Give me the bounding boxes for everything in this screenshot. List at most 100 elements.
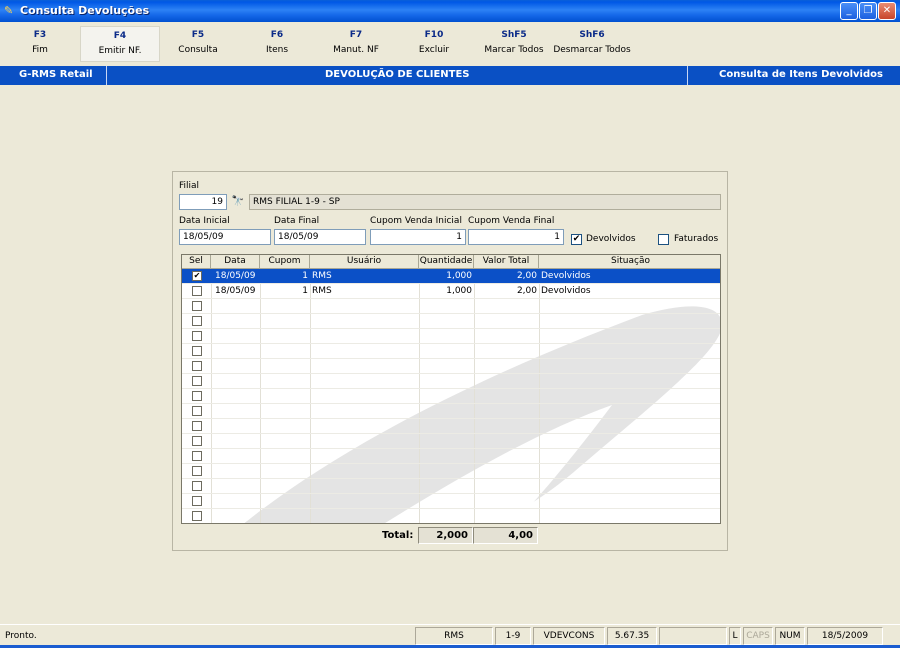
fkey-label: Fim bbox=[32, 45, 48, 55]
filial-input[interactable]: 19 bbox=[179, 194, 227, 210]
cell-quantidade: 1,000 bbox=[446, 286, 472, 296]
fkey-desmarcar-todos-button[interactable]: ShF6 Desmarcar Todos bbox=[550, 26, 634, 62]
data-inicial-input[interactable]: 18/05/09 bbox=[179, 229, 271, 245]
results-grid[interactable]: Sel Data Cupom Usuário Quantidade Valor … bbox=[181, 254, 721, 524]
cell-usuario: RMS bbox=[312, 271, 332, 281]
row-select-checkbox[interactable] bbox=[192, 286, 202, 296]
column-header-sel[interactable]: Sel bbox=[182, 255, 211, 269]
function-key-toolbar: F3 Fim F4 Emitir NF. F5 Consulta F6 Iten… bbox=[0, 22, 900, 66]
empty-row[interactable] bbox=[182, 359, 720, 374]
status-program: VDEVCONS bbox=[533, 627, 605, 645]
empty-row[interactable] bbox=[182, 314, 720, 329]
cell-cupom: 1 bbox=[302, 286, 308, 296]
status-l-indicator: L bbox=[729, 627, 741, 645]
row-select-checkbox[interactable] bbox=[192, 331, 202, 341]
column-header-data[interactable]: Data bbox=[211, 255, 260, 269]
column-header-usuario[interactable]: Usuário bbox=[310, 255, 419, 269]
row-select-checkbox[interactable] bbox=[192, 451, 202, 461]
fkey-marcar-todos-button[interactable]: ShF5 Marcar Todos bbox=[480, 26, 548, 62]
empty-row[interactable] bbox=[182, 449, 720, 464]
cell-situacao: Devolvidos bbox=[541, 271, 591, 281]
close-button[interactable]: ✕ bbox=[878, 2, 896, 20]
binoculars-search-icon[interactable]: 🔭 bbox=[229, 194, 247, 210]
fkey-code: F5 bbox=[191, 30, 205, 40]
status-num-indicator: NUM bbox=[775, 627, 805, 645]
fkey-manut-nf-button[interactable]: F7 Manut. NF bbox=[326, 26, 386, 62]
total-valor: 4,00 bbox=[473, 527, 538, 544]
minimize-button[interactable]: _ bbox=[840, 2, 858, 20]
fkey-code: F3 bbox=[33, 30, 47, 40]
row-select-checkbox[interactable] bbox=[192, 406, 202, 416]
empty-row[interactable] bbox=[182, 404, 720, 419]
row-select-checkbox[interactable] bbox=[192, 346, 202, 356]
status-message: Pronto. bbox=[5, 631, 37, 641]
column-header-situacao[interactable]: Situação bbox=[539, 255, 720, 269]
header-divider bbox=[106, 66, 107, 85]
empty-row[interactable] bbox=[182, 464, 720, 479]
fkey-consulta-button[interactable]: F5 Consulta bbox=[168, 26, 228, 62]
row-select-checkbox[interactable] bbox=[192, 391, 202, 401]
data-final-label: Data Final bbox=[274, 216, 320, 226]
restore-button[interactable]: ❐ bbox=[859, 2, 877, 20]
column-header-cupom[interactable]: Cupom bbox=[260, 255, 310, 269]
cupom-final-input[interactable]: 1 bbox=[468, 229, 564, 245]
total-label: Total: bbox=[382, 530, 414, 541]
fkey-itens-button[interactable]: F6 Itens bbox=[248, 26, 306, 62]
row-select-checkbox[interactable] bbox=[192, 316, 202, 326]
row-select-checkbox[interactable] bbox=[192, 301, 202, 311]
row-select-checkbox[interactable] bbox=[192, 436, 202, 446]
devolvidos-label: Devolvidos bbox=[586, 234, 636, 244]
empty-row[interactable] bbox=[182, 389, 720, 404]
query-panel: Filial 19 🔭 RMS FILIAL 1-9 - SP Data Ini… bbox=[172, 171, 728, 551]
column-header-quantidade[interactable]: Quantidade bbox=[419, 255, 474, 269]
cell-data: 18/05/09 bbox=[215, 286, 256, 296]
row-select-checkbox[interactable] bbox=[192, 511, 202, 521]
fkey-excluir-button[interactable]: F10 Excluir bbox=[406, 26, 462, 62]
row-select-checkbox[interactable] bbox=[192, 466, 202, 476]
cupom-inicial-input[interactable]: 1 bbox=[370, 229, 466, 245]
data-inicial-label: Data Inicial bbox=[179, 216, 230, 226]
header-divider bbox=[687, 66, 688, 85]
faturados-checkbox[interactable] bbox=[658, 234, 669, 245]
cell-cupom: 1 bbox=[302, 271, 308, 281]
fkey-fim-button[interactable]: F3 Fim bbox=[14, 26, 66, 62]
table-row[interactable]: 18/05/09 1 RMS 1,000 2,00 Devolvidos bbox=[182, 284, 720, 299]
row-select-checkbox[interactable] bbox=[192, 361, 202, 371]
row-select-checkbox[interactable] bbox=[192, 421, 202, 431]
app-icon: ✎ bbox=[4, 4, 14, 17]
row-select-checkbox[interactable] bbox=[192, 496, 202, 506]
row-select-checkbox[interactable] bbox=[192, 376, 202, 386]
cupom-final-label: Cupom Venda Final bbox=[468, 216, 555, 226]
fkey-code: F6 bbox=[270, 30, 284, 40]
fkey-code: ShF6 bbox=[579, 30, 605, 40]
status-empty-pane bbox=[659, 627, 727, 645]
header-module-title: DEVOLUÇÃO DE CLIENTES bbox=[325, 69, 470, 80]
fkey-code: ShF5 bbox=[501, 30, 527, 40]
empty-row[interactable] bbox=[182, 329, 720, 344]
empty-row[interactable] bbox=[182, 419, 720, 434]
cell-situacao: Devolvidos bbox=[541, 286, 591, 296]
header-screen-title: Consulta de Itens Devolvidos bbox=[719, 69, 883, 80]
row-select-checkbox[interactable] bbox=[192, 481, 202, 491]
cell-data: 18/05/09 bbox=[215, 271, 256, 281]
fkey-code: F4 bbox=[113, 31, 127, 41]
empty-row[interactable] bbox=[182, 374, 720, 389]
fkey-emitir-nf-button[interactable]: F4 Emitir NF. bbox=[80, 26, 160, 62]
column-header-valor-total[interactable]: Valor Total bbox=[474, 255, 539, 269]
data-final-input[interactable]: 18/05/09 bbox=[274, 229, 366, 245]
row-select-checkbox[interactable]: ✔ bbox=[192, 271, 202, 281]
empty-row[interactable] bbox=[182, 344, 720, 359]
header-app-name: G-RMS Retail bbox=[19, 69, 93, 80]
table-row[interactable]: ✔ 18/05/09 1 RMS 1,000 2,00 Devolvidos bbox=[182, 269, 720, 284]
empty-row[interactable] bbox=[182, 479, 720, 494]
devolvidos-checkbox[interactable]: ✔ bbox=[571, 234, 582, 245]
empty-row[interactable] bbox=[182, 434, 720, 449]
module-header: G-RMS Retail DEVOLUÇÃO DE CLIENTES Consu… bbox=[0, 66, 900, 85]
status-caps-indicator: CAPS bbox=[743, 627, 773, 645]
empty-row[interactable] bbox=[182, 509, 720, 523]
fkey-code: F10 bbox=[424, 30, 444, 40]
status-date: 18/5/2009 bbox=[807, 627, 883, 645]
empty-row[interactable] bbox=[182, 494, 720, 509]
empty-row[interactable] bbox=[182, 299, 720, 314]
cell-usuario: RMS bbox=[312, 286, 332, 296]
